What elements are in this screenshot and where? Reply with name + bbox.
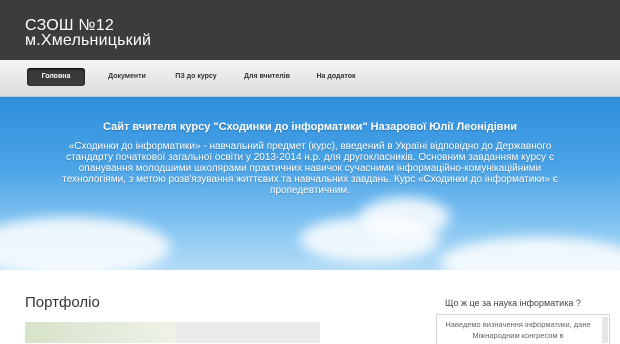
sidebar-heading: Що ж це за наука інформатика ?: [445, 298, 581, 308]
site-title-line1: СЗОШ №12: [25, 17, 114, 34]
nav-item-documents[interactable]: Документи: [98, 68, 156, 86]
cloud-decoration: [360, 197, 450, 237]
cloud-decoration: [0, 217, 170, 270]
main-navigation: Головна Документи ПЗ до курсу Для вчител…: [0, 60, 620, 97]
site-header: СЗОШ №12 м.Хмельницький: [0, 0, 620, 60]
hero-banner: Сайт вчителя курсу "Сходинки до інформат…: [0, 97, 620, 270]
portfolio-heading: Портфоліо: [25, 294, 100, 311]
nav-item-extra[interactable]: На додаток: [308, 68, 364, 86]
hero-title: Сайт вчителя курсу "Сходинки до інформат…: [103, 121, 517, 133]
sidebar-text: Наведемо визначення інформатики, дане Мі…: [445, 320, 591, 340]
hero-description: «Сходинки до інформатики» - навчальний п…: [62, 141, 558, 196]
sidebar-scrollbar[interactable]: [602, 317, 608, 343]
site-title-line2: м.Хмельницький: [25, 32, 152, 49]
portfolio-image[interactable]: [25, 322, 320, 343]
nav-item-for-teachers[interactable]: Для вчителів: [236, 68, 298, 86]
hero-text: Сайт вчителя курсу "Сходинки до інформат…: [30, 121, 590, 196]
cloud-decoration: [440, 237, 620, 270]
nav-item-home[interactable]: Головна: [27, 68, 85, 86]
leaf-image: [25, 322, 175, 343]
sidebar-panel: Наведемо визначення інформатики, дане Мі…: [436, 314, 610, 344]
nav-item-software[interactable]: ПЗ до курсу: [168, 68, 224, 86]
portfolio-preview: [175, 322, 320, 343]
site-title[interactable]: СЗОШ №12 м.Хмельницький: [25, 17, 152, 49]
